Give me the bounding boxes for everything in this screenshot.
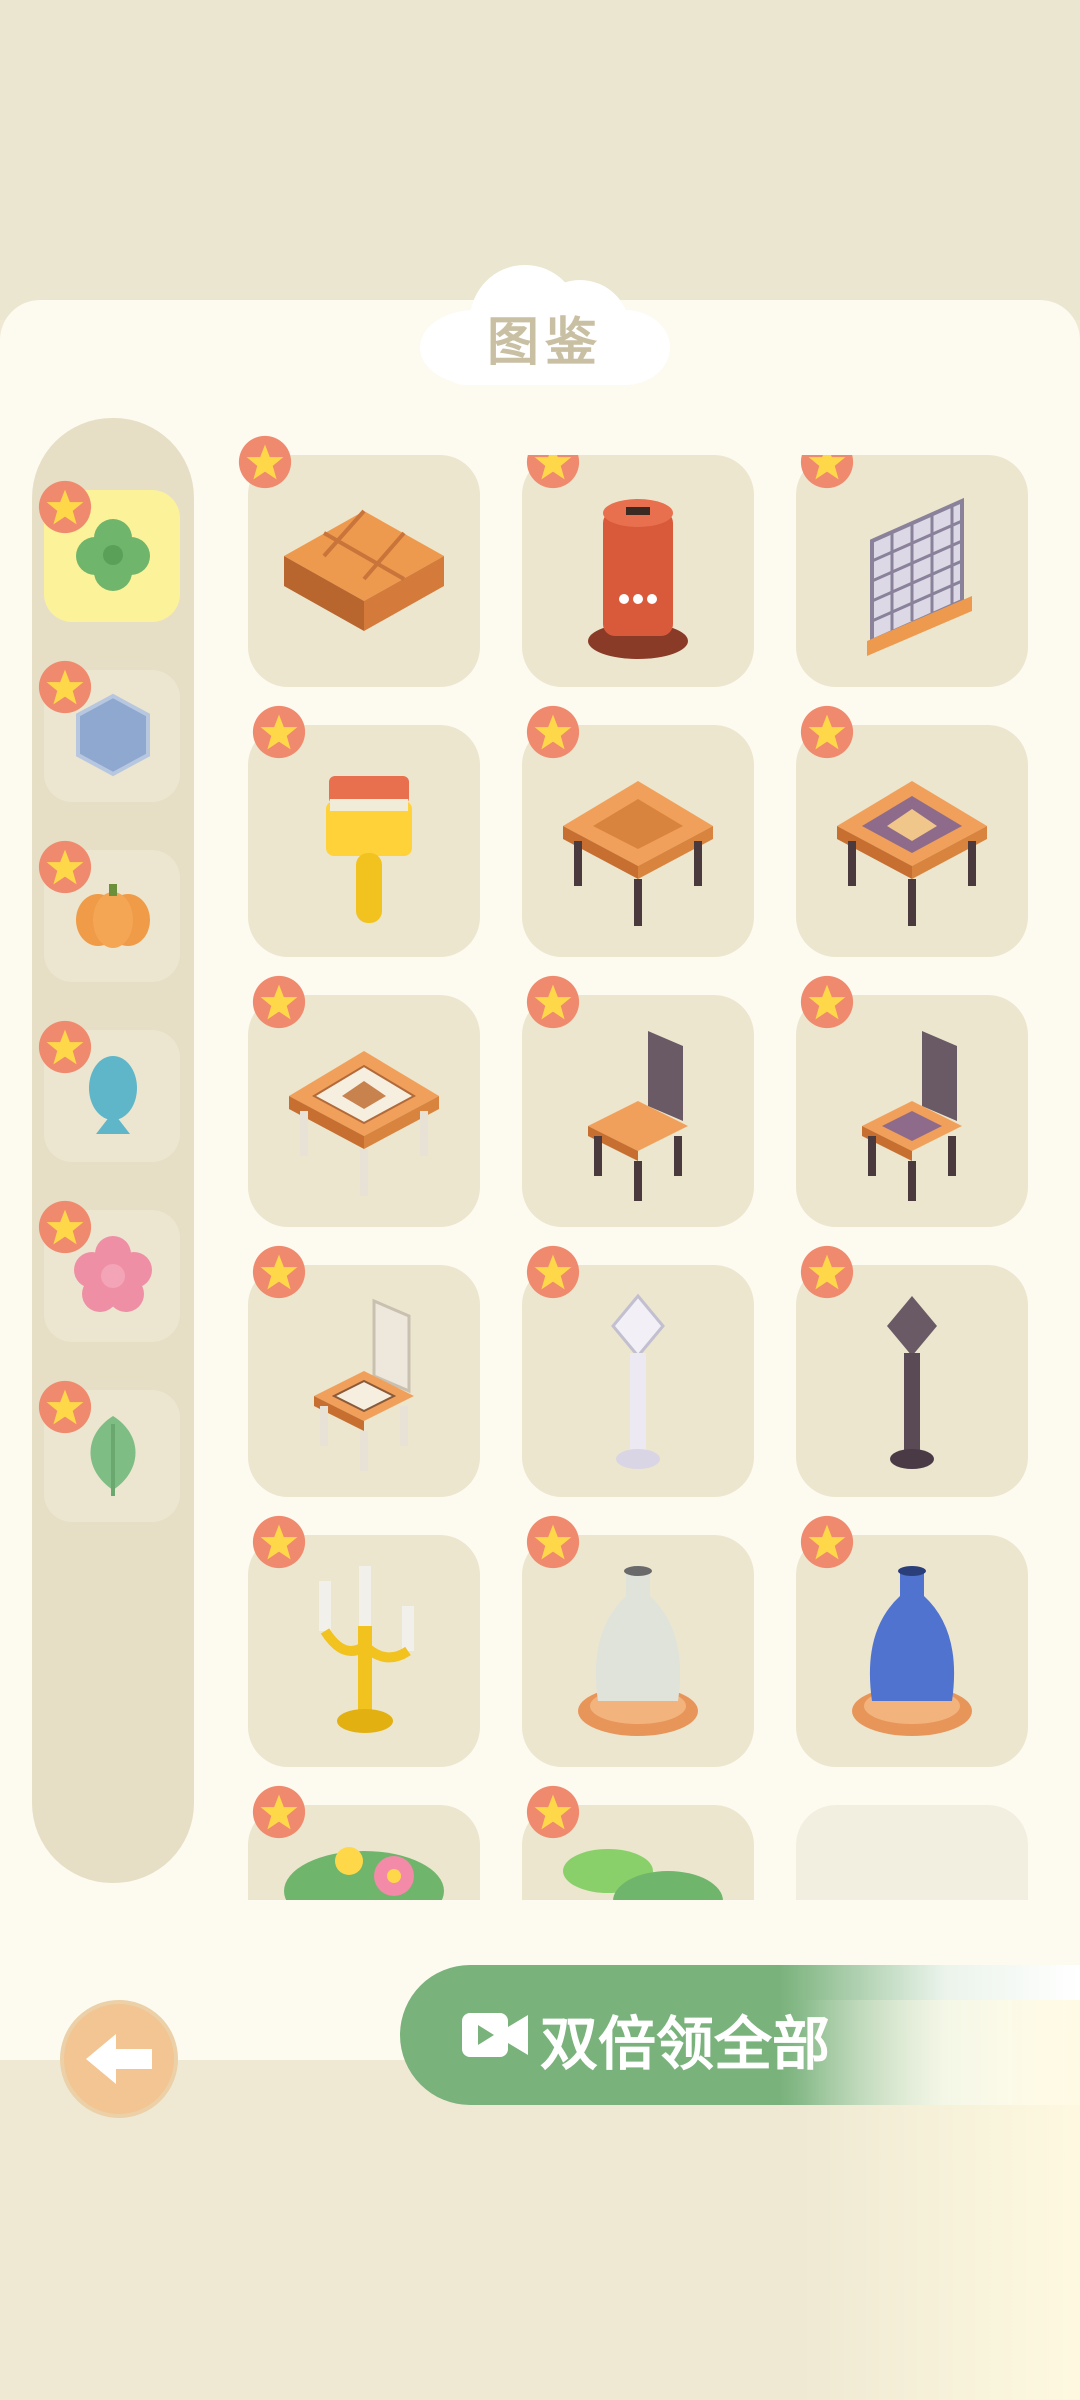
- brick-floor-icon: [284, 509, 444, 631]
- new-badge-icon: [38, 840, 92, 894]
- dark-chair-icon: [588, 1031, 688, 1201]
- new-badge-icon: [800, 705, 854, 759]
- collection-item-locked[interactable]: [796, 1805, 1028, 1905]
- new-badge-icon: [38, 660, 92, 714]
- new-badge-icon: [526, 975, 580, 1029]
- new-badge-icon: [252, 1785, 306, 1839]
- white-patterned-table-icon: [289, 1051, 439, 1196]
- mailbox-icon: [588, 499, 688, 659]
- wooden-table-icon: [563, 781, 713, 926]
- patterned-table-icon: [837, 781, 987, 926]
- new-badge-icon: [800, 975, 854, 1029]
- white-vase-icon: [578, 1566, 698, 1736]
- page-title: 图鉴: [486, 313, 603, 373]
- paint-brush-icon: [326, 776, 412, 923]
- new-badge-icon: [252, 1515, 306, 1569]
- new-badge-icon: [800, 455, 854, 489]
- new-badge-icon: [526, 1515, 580, 1569]
- new-badge-icon: [800, 1245, 854, 1299]
- new-badge-icon: [526, 705, 580, 759]
- new-badge-icon: [252, 1245, 306, 1299]
- new-badge-icon: [252, 975, 306, 1029]
- new-badge-icon: [38, 480, 92, 534]
- dark-lamp-post-icon: [887, 1296, 937, 1469]
- arrow-left-icon: [86, 2034, 152, 2084]
- collection-grid: [248, 455, 1038, 1905]
- white-lamp-post-icon: [611, 1293, 665, 1469]
- blue-vase-icon: [852, 1566, 972, 1736]
- new-badge-icon: [526, 1785, 580, 1839]
- new-badge-icon: [252, 705, 306, 759]
- new-badge-icon: [38, 1200, 92, 1254]
- back-button[interactable]: [60, 2000, 178, 2118]
- white-chair-icon: [314, 1298, 414, 1471]
- candelabra-icon: [319, 1566, 414, 1733]
- new-badge-icon: [238, 435, 292, 489]
- corner-glow: [800, 2000, 1080, 2400]
- lattice-fence-icon: [867, 497, 972, 656]
- new-badge-icon: [800, 1515, 854, 1569]
- new-badge-icon: [38, 1380, 92, 1434]
- new-badge-icon: [526, 455, 580, 489]
- new-badge-icon: [526, 1245, 580, 1299]
- video-camera-icon: [462, 2013, 528, 2057]
- patterned-chair-icon: [862, 1031, 962, 1201]
- new-badge-icon: [38, 1020, 92, 1074]
